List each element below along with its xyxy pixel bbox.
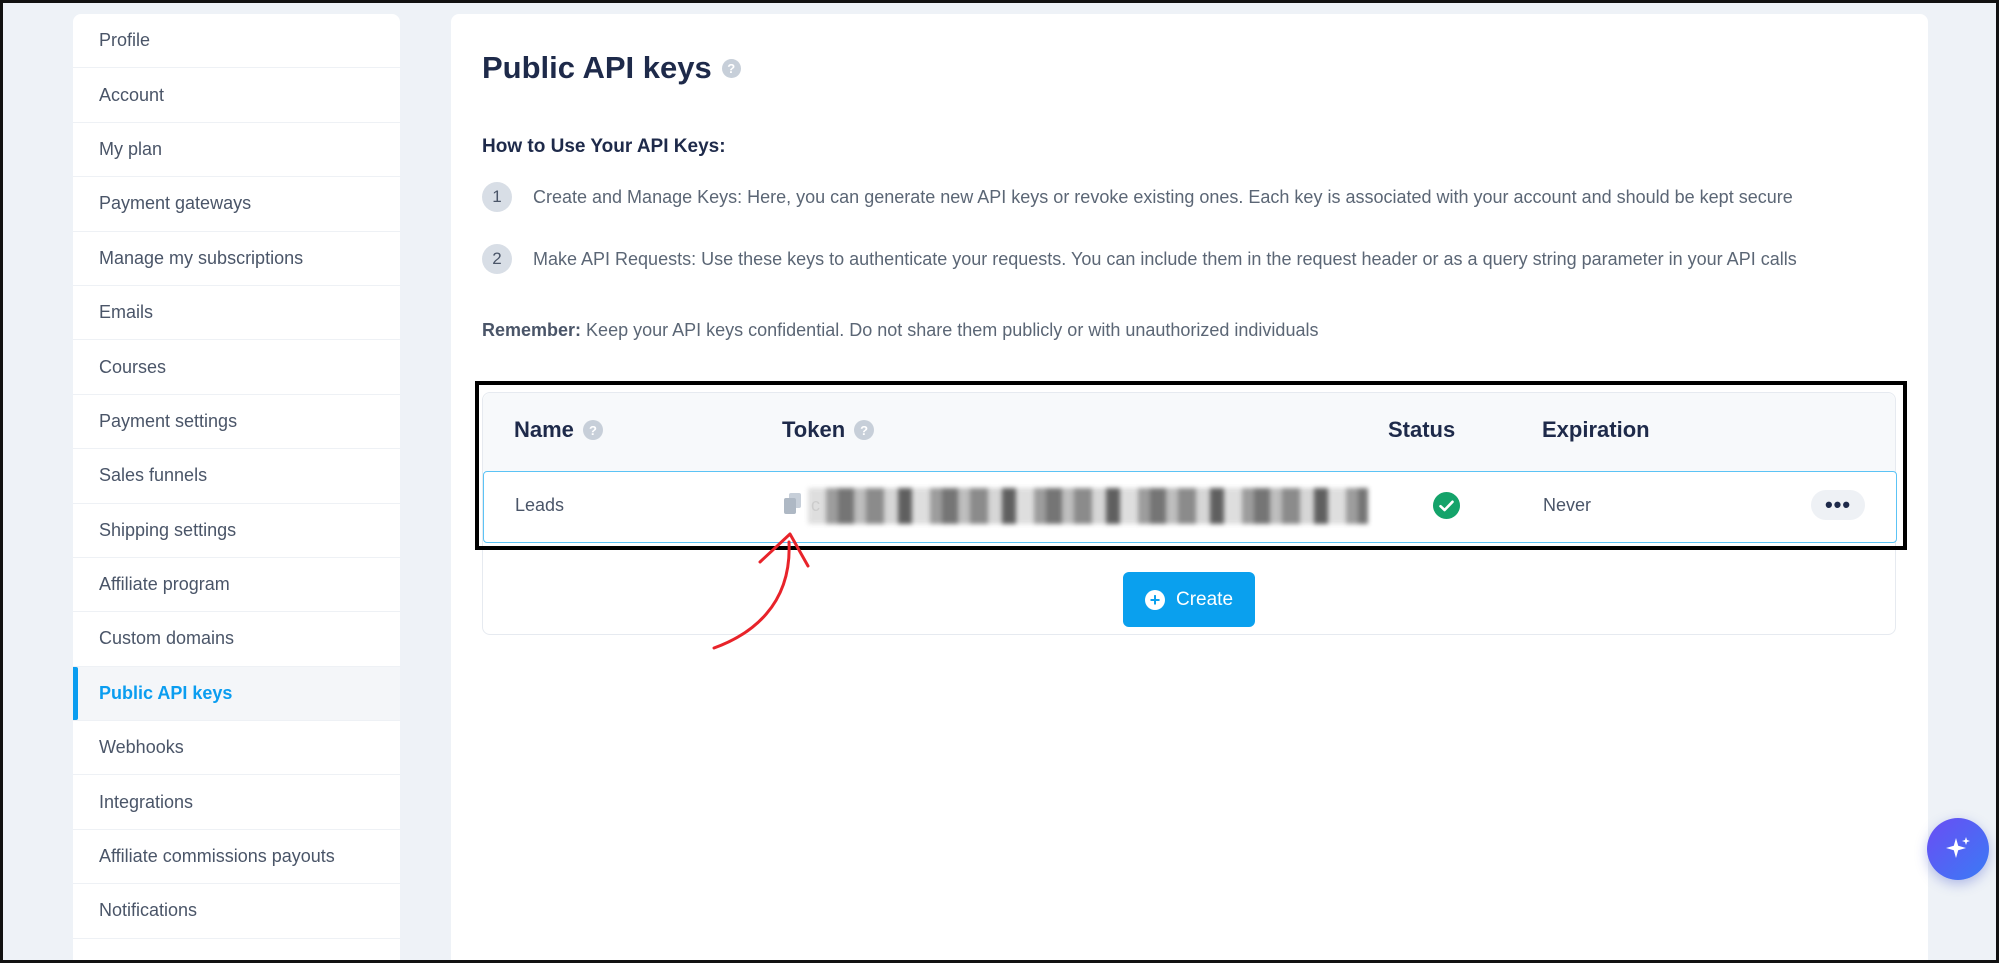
column-header-token: Token ?: [782, 417, 875, 443]
plus-circle-icon: +: [1144, 589, 1165, 610]
sidebar-item-label: Webhooks: [99, 737, 184, 758]
remember-label: Remember:: [482, 320, 582, 340]
column-header-label: Token: [782, 417, 846, 442]
sidebar-item-label: Shipping settings: [99, 519, 237, 540]
sidebar-item-sales-funnels[interactable]: Sales funnels: [73, 449, 400, 504]
instruction-step-2: 2 Make API Requests: Use these keys to a…: [482, 244, 1797, 274]
sidebar-item-affiliate-program[interactable]: Affiliate program: [73, 558, 400, 613]
column-header-expiration: Expiration: [1542, 417, 1650, 442]
settings-sidebar: Profile Account My plan Payment gateways…: [73, 14, 400, 963]
expiration-cell: Never: [1543, 495, 1592, 515]
api-keys-table: Name ? Token ? Status Expiration Leads c: [482, 392, 1897, 635]
sidebar-item-notifications[interactable]: Notifications: [73, 884, 400, 939]
check-circle-icon: [1433, 492, 1460, 519]
api-keys-panel: Public API keys ? How to Use Your API Ke…: [451, 14, 1928, 963]
step-text: Create and Manage Keys: Here, you can ge…: [533, 186, 1793, 207]
remember-text: Keep your API keys confidential. Do not …: [581, 320, 1319, 340]
sidebar-item-payment-gateways[interactable]: Payment gateways: [73, 177, 400, 232]
sidebar-item-affiliate-commissions-payouts[interactable]: Affiliate commissions payouts: [73, 830, 400, 885]
sidebar-item-my-plan[interactable]: My plan: [73, 123, 400, 178]
column-header-name: Name ?: [514, 417, 603, 443]
sidebar-item-webhooks[interactable]: Webhooks: [73, 721, 400, 776]
key-name-cell: Leads: [515, 495, 565, 515]
sidebar-item-label: Notifications: [99, 900, 198, 921]
sidebar-item-label: Affiliate commissions payouts: [99, 846, 335, 867]
sidebar-item-label: Account: [99, 84, 165, 105]
sidebar-item-label: Payment settings: [99, 410, 238, 431]
create-key-button[interactable]: + Create: [1123, 572, 1255, 627]
column-header-status: Status: [1388, 417, 1456, 442]
sidebar-item-manage-subscriptions[interactable]: Manage my subscriptions: [73, 232, 400, 286]
sidebar-item-label: Manage my subscriptions: [99, 247, 304, 268]
sidebar-item-public-api-keys[interactable]: Public API keys: [73, 666, 400, 722]
column-header-label: Name: [514, 417, 574, 442]
table-header: Name ? Token ? Status Expiration: [483, 393, 1895, 471]
sidebar-item-label: Profile: [99, 30, 151, 51]
step-number-badge: 2: [482, 244, 512, 274]
sidebar-item-label: Custom domains: [99, 628, 235, 649]
remember-note: Remember: Keep your API keys confidentia…: [482, 320, 1318, 341]
sidebar-item-integrations[interactable]: Integrations: [73, 775, 400, 830]
sidebar-item-account[interactable]: Account: [73, 68, 400, 123]
more-options-button[interactable]: •••: [1811, 490, 1865, 520]
sidebar-item-emails[interactable]: Emails: [73, 286, 400, 341]
ai-assistant-button[interactable]: [1927, 818, 1989, 880]
sidebar-item-label: My plan: [99, 138, 163, 159]
sidebar-item-label: Public API keys: [99, 682, 233, 703]
page-title: Public API keys ?: [482, 50, 741, 86]
howto-heading: How to Use Your API Keys:: [482, 136, 726, 157]
create-button-label: Create: [1175, 588, 1234, 610]
sidebar-item-label: Payment gateways: [99, 193, 252, 214]
sidebar-item-courses[interactable]: Courses: [73, 340, 400, 395]
sidebar-item-label: Integrations: [99, 791, 194, 812]
sidebar-item-label: Emails: [99, 302, 154, 323]
help-icon[interactable]: ?: [854, 420, 875, 440]
help-icon[interactable]: ?: [721, 58, 741, 78]
sidebar-item-label: Courses: [99, 356, 167, 377]
step-text: Make API Requests: Use these keys to aut…: [533, 248, 1797, 269]
sidebar-item-shipping-settings[interactable]: Shipping settings: [73, 504, 400, 558]
sidebar-item-payment-settings[interactable]: Payment settings: [73, 395, 400, 450]
copy-icon[interactable]: [783, 492, 803, 516]
token-value-blurred: [808, 488, 1368, 524]
sidebar-item-label: Affiliate program: [99, 574, 230, 595]
sidebar-item-label: Sales funnels: [99, 465, 208, 486]
table-row: Leads c Never •••: [483, 471, 1897, 543]
help-icon[interactable]: ?: [582, 420, 603, 440]
page-title-text: Public API keys: [482, 50, 712, 85]
sparkle-icon: [1946, 837, 1970, 858]
instruction-step-1: 1 Create and Manage Keys: Here, you can …: [482, 182, 1793, 212]
sidebar-item-custom-domains[interactable]: Custom domains: [73, 612, 400, 667]
sidebar-item-profile[interactable]: Profile: [73, 14, 400, 69]
step-number-badge: 1: [482, 182, 512, 212]
